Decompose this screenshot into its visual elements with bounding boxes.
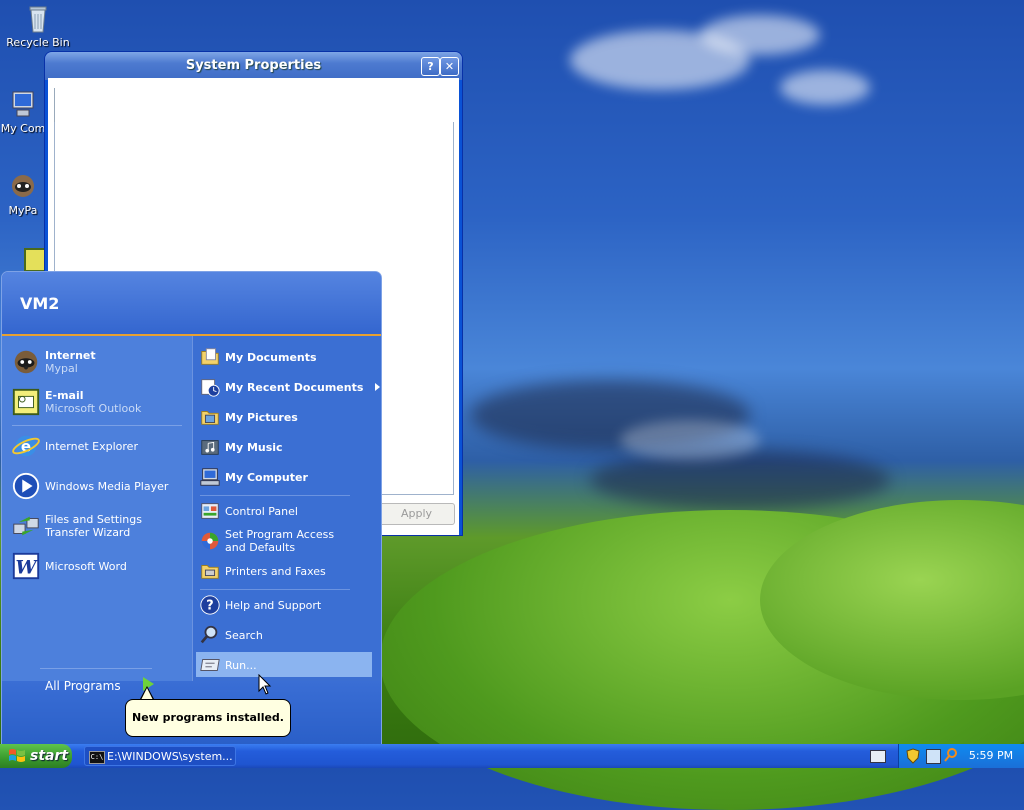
recent-item-label: Windows Media Player <box>45 479 169 493</box>
desktop-icon-label: MyPa <box>8 204 38 217</box>
word-icon: W <box>10 550 42 582</box>
right-item-label: My Documents <box>225 350 317 364</box>
tab-strip-stub <box>54 88 59 122</box>
pinned-item-secondary: Mypal <box>45 362 78 375</box>
recent-documents-icon <box>198 375 222 399</box>
help-button[interactable]: ? <box>421 57 440 76</box>
start-label: start <box>30 748 69 764</box>
right-item-my-documents[interactable]: My Documents <box>198 345 317 369</box>
my-computer-icon <box>12 91 34 117</box>
right-item-control-panel[interactable]: Control Panel <box>198 499 298 523</box>
right-item-label: Search <box>225 628 263 642</box>
svg-text:?: ? <box>206 599 213 614</box>
right-item-program-access[interactable]: Set Program Access and Defaults <box>198 528 353 554</box>
apply-button[interactable]: Apply <box>378 503 455 525</box>
windows-logo-icon <box>9 749 25 762</box>
new-programs-balloon[interactable]: New programs installed. <box>125 699 291 737</box>
pinned-item-primary: E-mail <box>45 389 84 402</box>
recycle-bin-icon <box>29 6 47 33</box>
outlook-icon <box>10 386 42 418</box>
pinned-item-primary: Internet <box>45 349 96 362</box>
all-programs-separator <box>40 668 152 669</box>
taskbar-button-label: E:\WINDOWS\system... <box>107 750 233 763</box>
desktop-icon-recycle-bin[interactable]: Recycle Bin <box>0 2 76 49</box>
search-icon <box>198 623 222 647</box>
pinned-item-email[interactable]: E-mail Microsoft Outlook <box>10 386 141 418</box>
submenu-arrow-icon <box>375 383 381 391</box>
right-item-label: My Recent Documents <box>225 380 364 394</box>
desktop-icon-label: Recycle Bin <box>6 36 70 49</box>
desktop-icon-my-computer[interactable]: My Com <box>0 88 46 135</box>
right-item-label: Run... <box>225 658 257 672</box>
keyboard-icon[interactable] <box>870 750 886 763</box>
pinned-item-secondary: Microsoft Outlook <box>45 402 142 415</box>
right-separator <box>200 589 350 590</box>
recent-item-transfer-wizard[interactable]: Files and Settings Transfer Wizard <box>10 510 180 542</box>
right-item-label: Printers and Faxes <box>225 564 326 578</box>
right-item-my-music[interactable]: My Music <box>198 435 283 459</box>
run-icon <box>198 653 222 677</box>
recent-item-word[interactable]: W Microsoft Word <box>10 550 127 582</box>
recent-item-label: Internet Explorer <box>45 439 138 453</box>
mypal-icon <box>12 175 34 197</box>
right-item-recent-documents[interactable]: My Recent Documents <box>198 375 381 399</box>
right-item-my-computer[interactable]: My Computer <box>198 465 308 489</box>
control-panel-icon <box>198 499 222 523</box>
console-icon: C:\ <box>89 751 105 764</box>
music-icon <box>198 435 222 459</box>
desktop-icon-mypal[interactable]: MyPa <box>0 170 46 217</box>
pictures-icon <box>198 405 222 429</box>
close-button[interactable]: ✕ <box>440 57 459 76</box>
window-title: System Properties <box>185 58 322 73</box>
taskbar-button-console[interactable]: C:\ E:\WINDOWS\system... <box>84 746 236 766</box>
right-item-printers[interactable]: Printers and Faxes <box>198 559 326 583</box>
right-item-help[interactable]: ? Help and Support <box>198 593 321 617</box>
start-button[interactable]: start <box>0 744 72 768</box>
desktop-icon-label: My Com <box>0 122 46 135</box>
right-item-label: Control Panel <box>225 504 298 518</box>
right-separator <box>200 495 350 496</box>
all-programs-label[interactable]: All Programs <box>45 679 121 693</box>
mypal-raccoon-icon <box>10 346 42 378</box>
media-player-icon <box>10 470 42 502</box>
start-menu-header: VM2 <box>2 272 381 336</box>
right-item-label: My Music <box>225 440 283 454</box>
search-tray-icon[interactable] <box>944 747 958 763</box>
right-item-label: My Pictures <box>225 410 298 424</box>
right-item-label: Help and Support <box>225 598 322 612</box>
computer-icon <box>198 465 222 489</box>
right-item-my-pictures[interactable]: My Pictures <box>198 405 298 429</box>
network-icon[interactable] <box>926 749 941 764</box>
folder-documents-icon <box>198 345 222 369</box>
help-icon: ? <box>198 593 222 617</box>
right-item-run[interactable]: Run... <box>198 653 257 677</box>
printers-icon <box>198 559 222 583</box>
program-access-icon <box>198 529 222 553</box>
security-shield-icon[interactable] <box>906 748 920 764</box>
pinned-item-internet[interactable]: Internet Mypal <box>10 346 96 378</box>
recent-item-label: Microsoft Word <box>45 559 127 573</box>
clock[interactable]: 5:59 PM <box>966 744 1016 768</box>
recent-item-label: Files and Settings Transfer Wizard <box>45 513 142 539</box>
pinned-separator <box>12 425 182 426</box>
recent-item-internet-explorer[interactable]: e Internet Explorer <box>10 430 138 462</box>
recent-item-media-player[interactable]: Windows Media Player <box>10 470 168 502</box>
right-item-search[interactable]: Search <box>198 623 263 647</box>
right-item-label: Set Program Access and Defaults <box>225 528 335 554</box>
right-item-label: My Computer <box>225 470 308 484</box>
internet-explorer-icon: e <box>10 430 42 462</box>
transfer-wizard-icon <box>10 510 42 542</box>
user-name: VM2 <box>20 294 60 313</box>
desktop-icon-partial[interactable] <box>24 248 46 272</box>
window-titlebar[interactable]: System Properties ? ✕ <box>45 52 462 80</box>
svg-text:W: W <box>15 557 38 579</box>
mouse-cursor-icon <box>258 674 272 695</box>
